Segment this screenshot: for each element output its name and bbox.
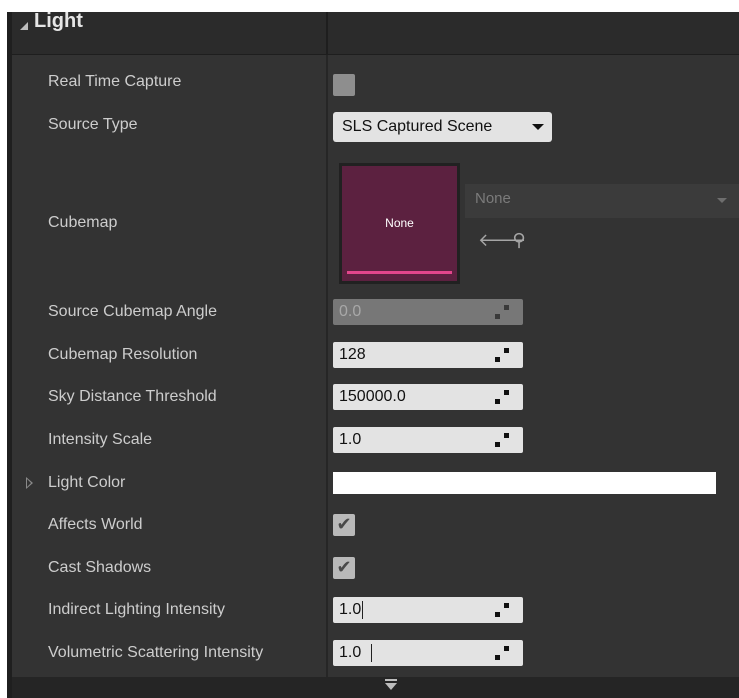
drag-resize-icon[interactable]: [495, 348, 509, 362]
header-divider: [326, 12, 328, 54]
source-cubemap-angle-label: Source Cubemap Angle: [48, 303, 217, 320]
light-color-label: Light Color: [48, 474, 126, 491]
cast-shadows-label: Cast Shadows: [48, 559, 152, 576]
source-type-dropdown[interactable]: SLS Captured Scene: [333, 112, 552, 142]
cubemap-asset-value: None: [475, 190, 511, 207]
volumetric-scattering-intensity-label: Volumetric Scattering Intensity: [48, 644, 264, 661]
checkmark-icon: ✔: [336, 557, 352, 578]
use-selected-arrow-icon[interactable]: 🡐: [478, 230, 526, 252]
cubemap-asset-picker[interactable]: None: [465, 184, 739, 218]
real-time-capture-checkbox[interactable]: [333, 74, 355, 96]
volumetric-scattering-intensity-value: 1.0: [339, 644, 362, 661]
details-panel: Light Real Time Capture Source Type SLS …: [0, 0, 739, 698]
asset-type-color-bar: [347, 271, 452, 274]
checkmark-icon: ✔: [336, 514, 352, 535]
text-cursor: [362, 601, 363, 619]
volumetric-scattering-intensity-field[interactable]: 1.0: [333, 640, 523, 666]
real-time-capture-label: Real Time Capture: [48, 73, 182, 90]
indirect-lighting-intensity-value: 1.0: [339, 601, 362, 618]
advanced-properties-expander[interactable]: [12, 677, 739, 698]
chevron-down-icon: [532, 124, 544, 130]
sky-distance-threshold-label: Sky Distance Threshold: [48, 388, 217, 405]
expand-triangle-icon[interactable]: [26, 477, 33, 489]
browse-search-icon[interactable]: ⚲: [508, 230, 530, 252]
indirect-lighting-intensity-label: Indirect Lighting Intensity: [48, 601, 225, 618]
affects-world-label: Affects World: [48, 516, 143, 533]
source-cubemap-angle-field[interactable]: 0.0: [333, 299, 523, 325]
source-type-value: SLS Captured Scene: [342, 118, 493, 135]
drag-resize-icon[interactable]: [495, 433, 509, 447]
cubemap-resolution-field[interactable]: 128: [333, 342, 523, 368]
drag-resize-icon[interactable]: [495, 646, 509, 660]
drag-resize-icon[interactable]: [495, 603, 509, 617]
sky-distance-threshold-field[interactable]: 150000.0: [333, 384, 523, 410]
cubemap-thumbnail-text: None: [385, 216, 414, 230]
cubemap-label: Cubemap: [48, 214, 118, 231]
light-color-swatch[interactable]: [333, 472, 716, 494]
source-cubemap-angle-value: 0.0: [339, 303, 362, 320]
affects-world-checkbox[interactable]: ✔: [333, 514, 355, 536]
drag-resize-icon[interactable]: [495, 305, 509, 319]
text-cursor: [371, 644, 372, 662]
intensity-scale-label: Intensity Scale: [48, 431, 153, 448]
cubemap-thumbnail[interactable]: None: [339, 163, 460, 284]
collapse-triangle-icon[interactable]: [20, 22, 28, 30]
drag-resize-icon[interactable]: [495, 390, 509, 404]
expand-bar-icon: [385, 679, 397, 681]
source-type-label: Source Type: [48, 116, 138, 133]
cubemap-resolution-label: Cubemap Resolution: [48, 346, 198, 363]
panel-edge: [7, 12, 12, 698]
chevron-down-icon: [717, 198, 727, 203]
intensity-scale-value: 1.0: [339, 431, 362, 448]
column-divider[interactable]: [326, 55, 328, 677]
cubemap-thumbnail-preview: None: [342, 166, 457, 281]
cubemap-resolution-value: 128: [339, 346, 366, 363]
cast-shadows-checkbox[interactable]: ✔: [333, 557, 355, 579]
intensity-scale-field[interactable]: 1.0: [333, 427, 523, 453]
section-title: Light: [34, 10, 83, 32]
light-section-header[interactable]: [12, 12, 739, 55]
expand-down-arrow-icon: [385, 683, 397, 690]
indirect-lighting-intensity-field[interactable]: 1.0: [333, 597, 523, 623]
sky-distance-threshold-value: 150000.0: [339, 388, 406, 405]
